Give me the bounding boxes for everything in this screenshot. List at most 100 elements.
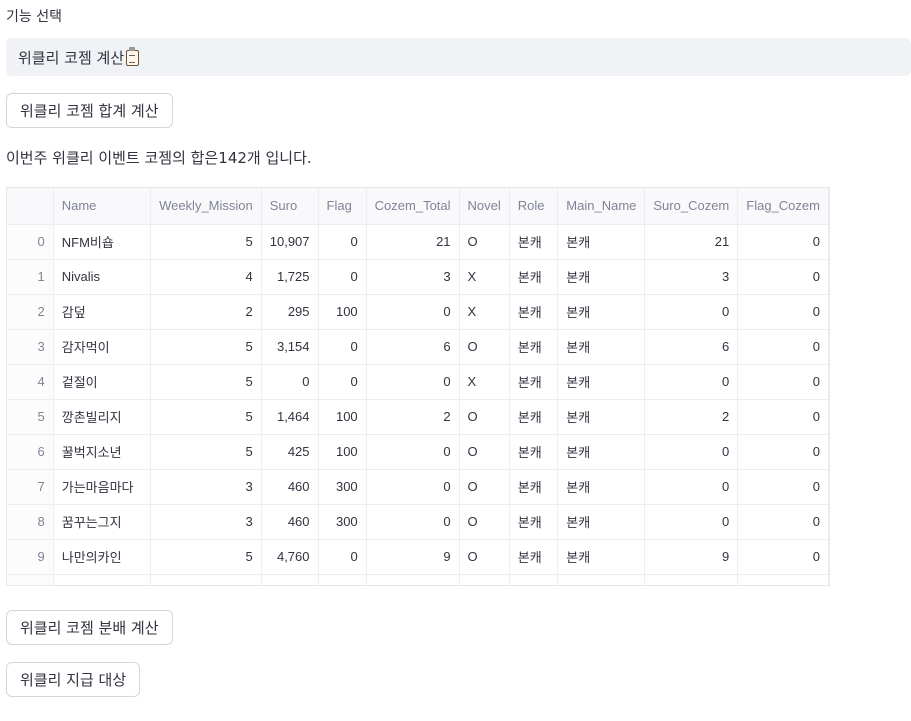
table-cell[interactable]: 본캐 — [557, 399, 646, 435]
table-cell[interactable]: 0 — [644, 294, 739, 330]
table-cell[interactable]: 본캐 — [509, 539, 559, 575]
dataframe-table[interactable]: Name Weekly_Mission Suro Flag Cozem_Total Nov… — [6, 187, 830, 586]
table-cell[interactable]: 본캐 — [557, 224, 646, 260]
table-cell[interactable]: 425 — [261, 434, 319, 470]
table-cell[interactable]: 5 — [150, 434, 262, 470]
table-cell[interactable]: 6 — [366, 329, 460, 365]
table-cell[interactable]: 꿀벅지소년 — [53, 434, 152, 470]
table-cell[interactable]: 9 — [366, 539, 460, 575]
column-header[interactable]: Flag_Cozem — [737, 188, 829, 225]
table-cell[interactable]: 5 — [150, 329, 262, 365]
table-cell[interactable]: 300 — [318, 504, 367, 540]
table-cell[interactable]: 나인스 — [53, 574, 152, 585]
table-cell[interactable]: O — [459, 224, 510, 260]
table-cell[interactable]: 꿈꾸는그지 — [53, 504, 152, 540]
table-cell[interactable]: 0 — [366, 294, 460, 330]
weekly-cozem-distribute-button[interactable]: 위클리 코젬 분배 계산 — [6, 610, 173, 645]
table-cell[interactable]: 0 — [318, 364, 367, 400]
table-cell[interactable]: 0 — [318, 329, 367, 365]
table-cell[interactable]: 본캐 — [509, 399, 559, 435]
table-cell[interactable]: 21 — [366, 224, 460, 260]
table-cell[interactable]: 3 — [644, 259, 739, 295]
table-cell[interactable]: 0 — [366, 364, 460, 400]
table-cell[interactable]: 460 — [261, 469, 319, 505]
table-cell[interactable]: 5 — [150, 364, 262, 400]
table-cell[interactable]: 9 — [644, 539, 739, 575]
table-cell[interactable]: O — [459, 539, 510, 575]
weekly-payment-target-button[interactable]: 위클리 지급 대상 — [6, 662, 141, 697]
column-header[interactable]: Flag — [318, 188, 367, 225]
table-cell[interactable]: 4,760 — [261, 539, 319, 575]
table-cell[interactable]: O — [459, 434, 510, 470]
table-cell[interactable]: 0 — [737, 364, 829, 400]
table-cell[interactable]: 5 — [150, 224, 262, 260]
table-cell[interactable]: 본캐 — [557, 504, 646, 540]
table-cell[interactable]: 본캐 — [557, 434, 646, 470]
table-cell[interactable]: 본캐 — [557, 539, 646, 575]
table-cell[interactable]: 0 — [318, 539, 367, 575]
table-cell[interactable]: 2 — [366, 399, 460, 435]
column-header[interactable]: Suro — [261, 188, 319, 225]
column-header[interactable]: Novel — [459, 188, 510, 225]
table-cell[interactable]: 6 — [644, 329, 739, 365]
table-cell[interactable]: 3,154 — [261, 329, 319, 365]
table-cell[interactable]: 0 — [737, 539, 829, 575]
table-cell[interactable]: 본캐 — [509, 294, 559, 330]
table-cell[interactable] — [366, 574, 460, 585]
table-cell[interactable]: 본캐 — [509, 469, 559, 505]
table-cell[interactable]: 본캐 — [509, 504, 559, 540]
table-cell[interactable]: 0 — [737, 504, 829, 540]
table-cell[interactable]: 본캐 — [557, 364, 646, 400]
table-cell[interactable]: 본캐 — [509, 434, 559, 470]
table-cell[interactable]: 2 — [150, 294, 262, 330]
table-cell[interactable]: 100 — [318, 294, 367, 330]
table-cell[interactable] — [737, 574, 829, 585]
table-cell[interactable]: 본캐 — [557, 259, 646, 295]
column-header[interactable]: Suro_Cozem — [644, 188, 739, 225]
table-cell[interactable]: 21 — [644, 224, 739, 260]
table-cell[interactable] — [261, 574, 319, 585]
table-cell[interactable]: 본캐 — [509, 364, 559, 400]
weekly-cozem-sum-button[interactable]: 위클리 코젬 합계 계산 — [6, 93, 173, 128]
table-cell[interactable] — [459, 574, 510, 585]
table-cell[interactable]: O — [459, 504, 510, 540]
table-cell[interactable]: 0 — [366, 469, 460, 505]
column-header[interactable]: Weekly_Mission — [150, 188, 262, 225]
table-cell[interactable]: 본캐 — [557, 294, 646, 330]
table-cell[interactable]: 3 — [366, 259, 460, 295]
table-cell[interactable]: 0 — [366, 504, 460, 540]
table-cell[interactable]: 2 — [644, 399, 739, 435]
table-cell[interactable]: 5 — [150, 539, 262, 575]
table-cell[interactable]: 본캐 — [509, 224, 559, 260]
column-header[interactable]: Main_Name — [557, 188, 646, 225]
column-header[interactable]: Cozem_Total — [366, 188, 460, 225]
table-cell[interactable]: 0 — [318, 259, 367, 295]
table-cell[interactable]: 300 — [318, 469, 367, 505]
table-cell[interactable]: X — [459, 259, 510, 295]
table-cell[interactable] — [150, 574, 262, 585]
table-cell[interactable]: 3 — [150, 504, 262, 540]
table-cell[interactable]: 본캐 — [509, 329, 559, 365]
table-cell[interactable]: 본캐 — [557, 469, 646, 505]
table-cell[interactable]: X — [459, 294, 510, 330]
table-cell[interactable]: 0 — [644, 364, 739, 400]
table-cell[interactable]: 1,464 — [261, 399, 319, 435]
table-cell[interactable]: 1,725 — [261, 259, 319, 295]
table-cell[interactable]: 가는마음마다 — [53, 469, 152, 505]
table-cell[interactable]: 0 — [644, 469, 739, 505]
table-cell[interactable]: 감자먹이 — [53, 329, 152, 365]
table-cell[interactable]: O — [459, 399, 510, 435]
table-cell[interactable]: 0 — [737, 224, 829, 260]
table-cell[interactable]: 5 — [150, 399, 262, 435]
table-cell[interactable]: 4 — [150, 259, 262, 295]
table-cell[interactable]: 0 — [737, 329, 829, 365]
function-selectbox[interactable]: 위클리 코젬 계산 — [6, 38, 911, 76]
table-cell[interactable]: 0 — [366, 434, 460, 470]
table-cell[interactable]: O — [459, 469, 510, 505]
table-cell[interactable]: 깡촌빌리지 — [53, 399, 152, 435]
table-cell[interactable]: 본캐 — [509, 574, 559, 585]
table-cell[interactable] — [644, 574, 739, 585]
table-cell[interactable]: 0 — [737, 469, 829, 505]
table-cell[interactable]: 본캐 — [557, 574, 646, 585]
table-cell[interactable]: 0 — [644, 504, 739, 540]
